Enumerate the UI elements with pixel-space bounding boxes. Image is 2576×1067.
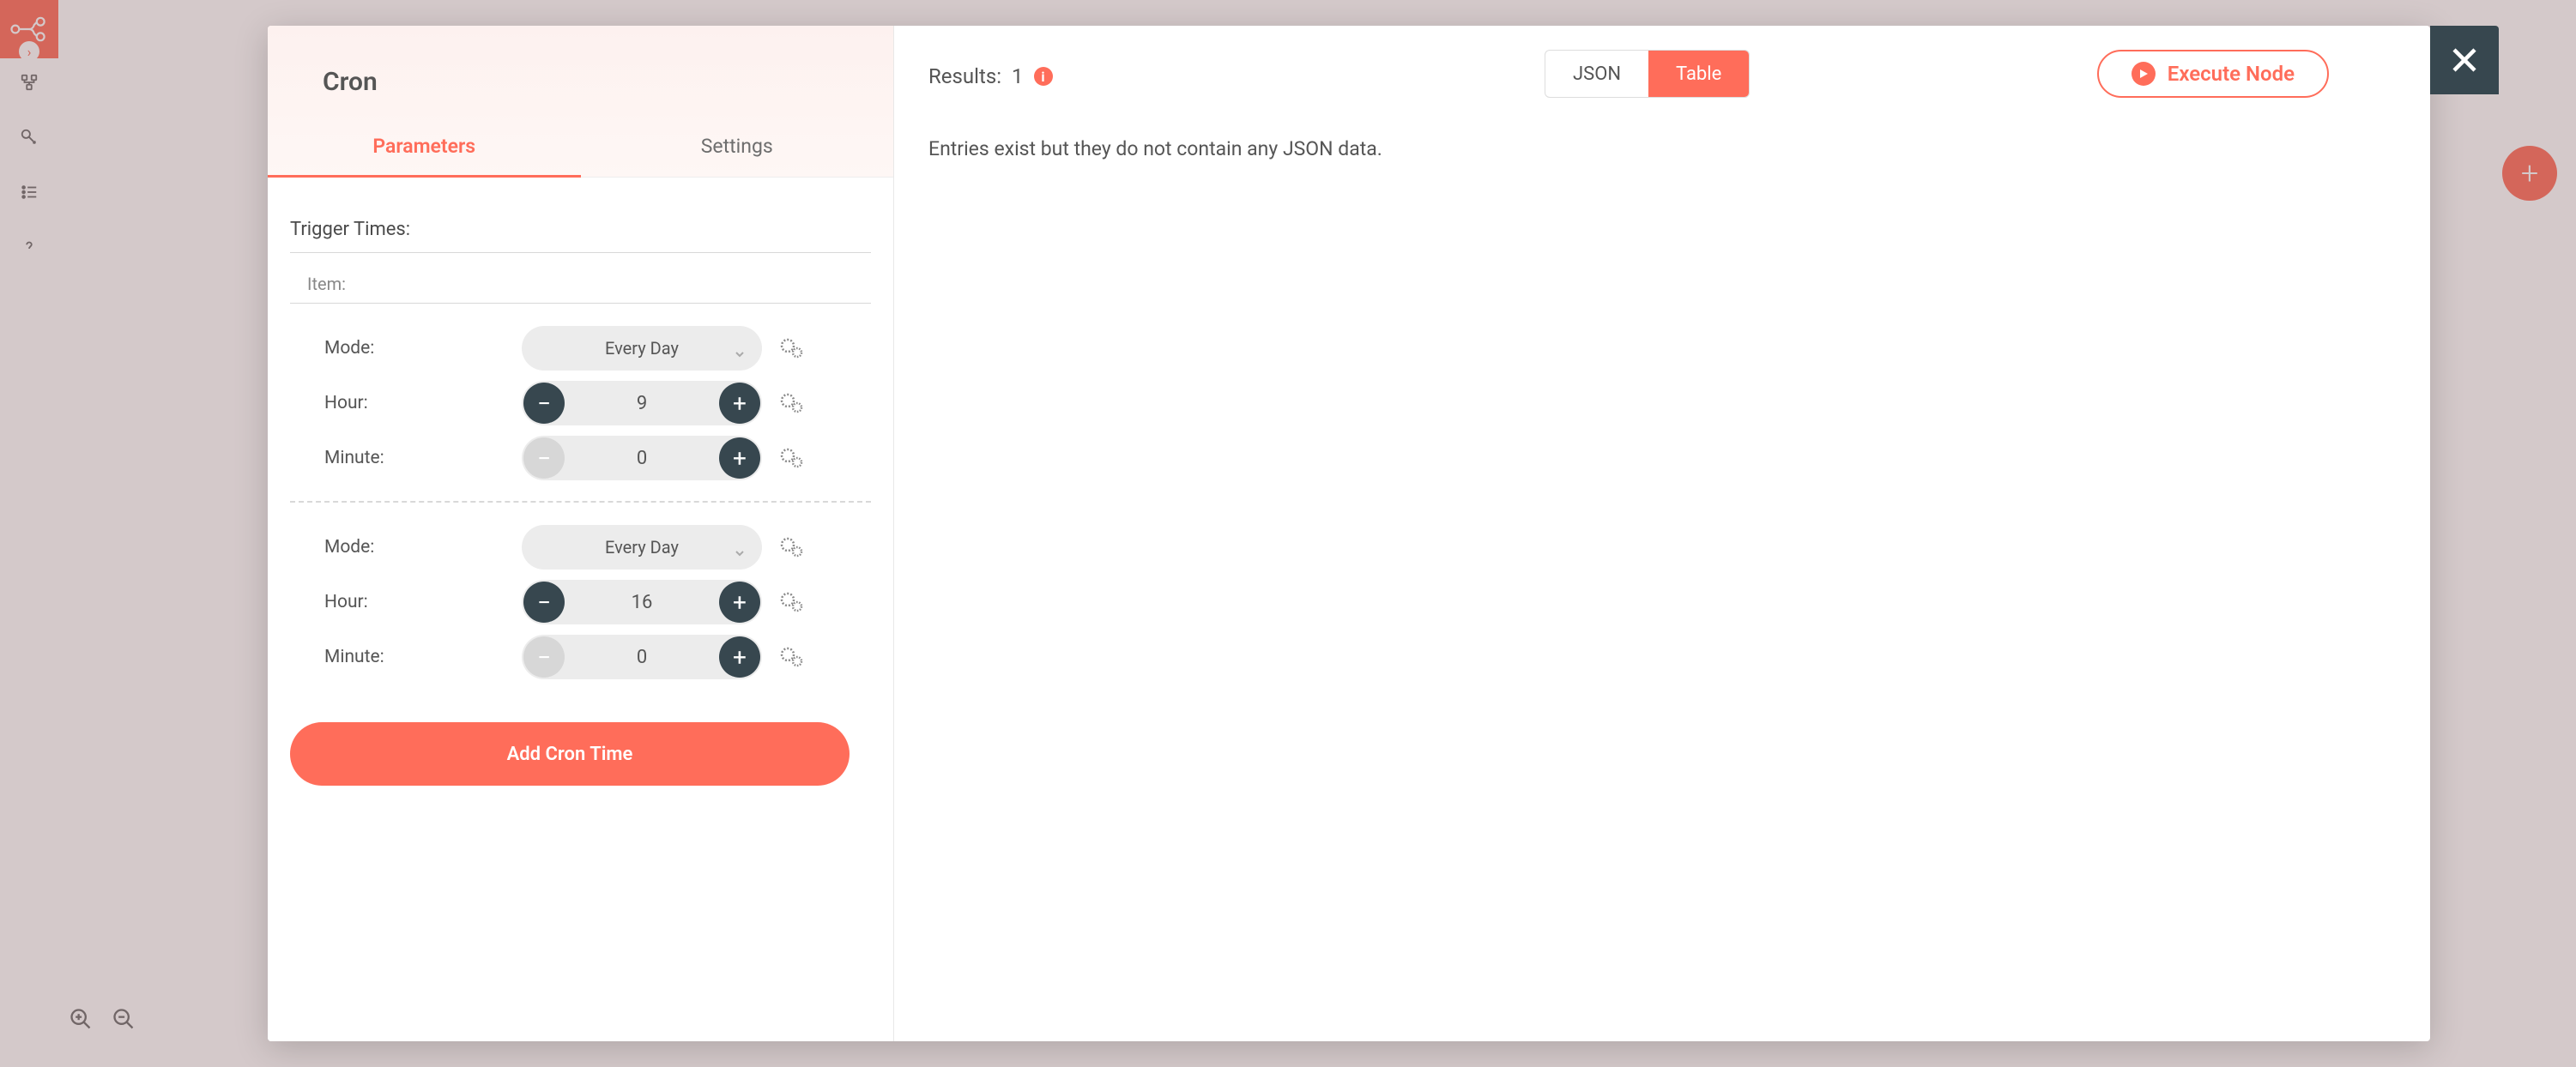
minute-increment[interactable]: + (719, 636, 760, 678)
results-view-toggle: JSON Table (1545, 50, 1750, 98)
minute-value[interactable]: 0 (566, 448, 717, 469)
mode-value: Every Day (605, 338, 679, 359)
play-icon (2132, 62, 2156, 86)
mode-options-icon[interactable] (771, 338, 813, 359)
execute-node-button[interactable]: Execute Node (2097, 50, 2329, 98)
node-editor-modal: Cron Parameters Settings Trigger Times: … (268, 26, 2430, 1041)
hour-increment[interactable]: + (719, 383, 760, 424)
logo-icon (10, 16, 48, 42)
hour-label: Hour: (324, 592, 522, 612)
chevron-down-icon (735, 542, 747, 554)
hour-stepper[interactable]: − 9 + (522, 381, 762, 425)
minute-options-icon[interactable] (771, 448, 813, 468)
panel-tabs: Parameters Settings (268, 119, 893, 178)
hour-value[interactable]: 16 (566, 592, 717, 613)
node-title: Cron (268, 51, 893, 119)
app-sidebar: › (0, 0, 58, 1067)
mode-label: Mode: (324, 338, 522, 359)
hour-decrement[interactable]: − (523, 582, 565, 623)
mode-value: Every Day (605, 537, 679, 558)
mode-select[interactable]: Every Day (522, 525, 762, 570)
credentials-icon[interactable] (19, 127, 39, 148)
add-node-button[interactable]: + (2502, 146, 2557, 201)
results-panel: Results: 1 i JSON Table Execute Node Ent… (894, 26, 2430, 1041)
execute-label: Execute Node (2168, 62, 2295, 86)
results-message: Entries exist but they do not contain an… (928, 103, 2396, 160)
app-logo[interactable]: › (0, 0, 58, 58)
close-button[interactable] (2430, 26, 2499, 94)
hour-stepper[interactable]: − 16 + (522, 580, 762, 624)
trigger-item: Mode: Every Day Hour: − 16 + (290, 501, 871, 700)
trigger-times-label: Trigger Times: (290, 203, 871, 253)
view-json-button[interactable]: JSON (1545, 51, 1648, 97)
minute-stepper[interactable]: − 0 + (522, 635, 762, 679)
results-count-value: 1 (1012, 64, 1024, 88)
minute-stepper[interactable]: − 0 + (522, 436, 762, 480)
executions-icon[interactable] (19, 182, 39, 202)
mode-options-icon[interactable] (771, 537, 813, 558)
hour-options-icon[interactable] (771, 393, 813, 413)
add-cron-time-button[interactable]: Add Cron Time (290, 722, 850, 786)
zoom-in-icon[interactable] (69, 1007, 93, 1031)
item-label: Item: (290, 253, 871, 304)
trigger-item: Mode: Every Day Hour: − 9 + (290, 304, 871, 501)
results-count: Results: 1 i (928, 64, 1053, 88)
parameters-panel: Cron Parameters Settings Trigger Times: … (268, 26, 894, 1041)
minute-options-icon[interactable] (771, 647, 813, 667)
tab-parameters[interactable]: Parameters (268, 119, 581, 178)
sidebar-expand-icon[interactable]: › (19, 41, 39, 62)
tab-settings[interactable]: Settings (581, 119, 894, 178)
zoom-out-icon[interactable] (112, 1007, 136, 1031)
workflows-icon[interactable] (19, 72, 39, 93)
minute-value[interactable]: 0 (566, 647, 717, 668)
mode-select[interactable]: Every Day (522, 326, 762, 371)
chevron-down-icon (735, 343, 747, 355)
hour-value[interactable]: 9 (566, 393, 717, 414)
mode-label: Mode: (324, 537, 522, 558)
minute-label: Minute: (324, 448, 522, 468)
minute-increment[interactable]: + (719, 437, 760, 479)
hour-options-icon[interactable] (771, 592, 813, 612)
results-label: Results: (928, 64, 1001, 88)
minute-decrement[interactable]: − (523, 437, 565, 479)
info-icon[interactable]: i (1034, 67, 1053, 86)
hour-decrement[interactable]: − (523, 383, 565, 424)
hour-label: Hour: (324, 393, 522, 413)
minute-label: Minute: (324, 647, 522, 667)
help-icon[interactable] (19, 237, 39, 257)
view-table-button[interactable]: Table (1648, 51, 1749, 97)
close-icon (2449, 45, 2480, 75)
minute-decrement[interactable]: − (523, 636, 565, 678)
hour-increment[interactable]: + (719, 582, 760, 623)
